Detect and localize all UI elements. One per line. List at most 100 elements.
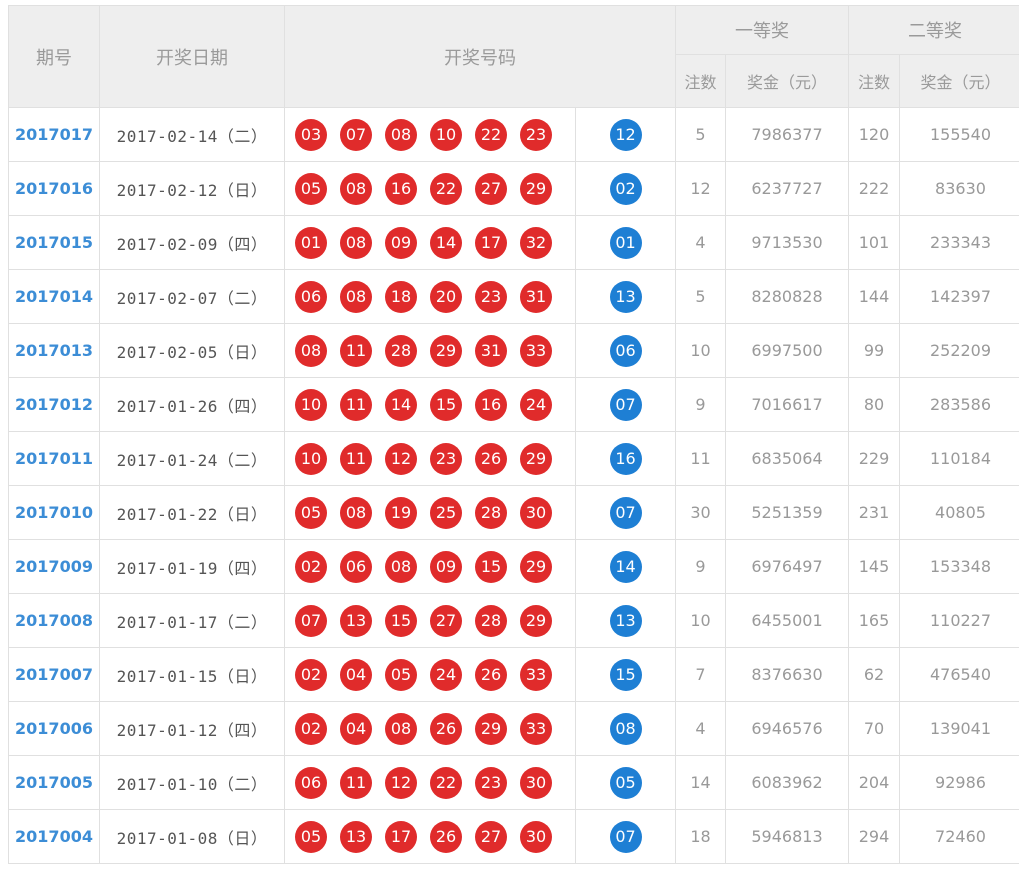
red-ball: 15 <box>430 388 462 421</box>
second-prize-amount: 155540 <box>899 107 1019 162</box>
red-ball: 22 <box>430 766 462 799</box>
first-prize-amount: 6835064 <box>725 431 849 486</box>
red-ball: 32 <box>520 226 552 259</box>
second-prize-count: 294 <box>848 809 900 864</box>
header-winning-numbers: 开奖号码 <box>284 5 676 108</box>
table-row: 2017008 2017-01-17（二） 07 13 15 27 28 29 13 10 6455… <box>8 593 1019 648</box>
blue-ball-cell: 07 <box>575 485 676 540</box>
red-ball: 28 <box>475 604 507 637</box>
header-first-prize-count: 注数 <box>675 54 726 108</box>
red-ball: 28 <box>475 496 507 529</box>
blue-ball: 06 <box>609 334 642 367</box>
blue-ball: 14 <box>609 550 642 583</box>
issue-number-link[interactable]: 2017007 <box>8 647 100 702</box>
second-prize-count: 120 <box>848 107 900 162</box>
red-balls: 02 04 05 24 26 33 <box>284 647 576 702</box>
red-ball: 08 <box>295 334 327 367</box>
red-ball: 05 <box>295 496 327 529</box>
blue-ball: 07 <box>609 496 642 529</box>
second-prize-amount: 92986 <box>899 755 1019 810</box>
blue-ball-cell: 07 <box>575 809 676 864</box>
red-balls: 07 13 15 27 28 29 <box>284 593 576 648</box>
blue-ball-cell: 02 <box>575 161 676 216</box>
header-second-prize-amount: 奖金（元） <box>899 54 1019 108</box>
second-prize-amount: 142397 <box>899 269 1019 324</box>
blue-ball-cell: 16 <box>575 431 676 486</box>
red-ball: 15 <box>475 550 507 583</box>
blue-ball: 08 <box>609 712 642 745</box>
red-ball: 27 <box>475 820 507 853</box>
red-ball: 04 <box>340 712 372 745</box>
issue-number-link[interactable]: 2017013 <box>8 323 100 378</box>
table-row: 2017009 2017-01-19（四） 02 06 08 09 15 29 14 9 69764… <box>8 539 1019 594</box>
red-ball: 23 <box>430 442 462 475</box>
red-ball: 24 <box>520 388 552 421</box>
red-ball: 23 <box>475 766 507 799</box>
red-balls: 08 11 28 29 31 33 <box>284 323 576 378</box>
table-row: 2017013 2017-02-05（日） 08 11 28 29 31 33 06 10 6997… <box>8 323 1019 378</box>
second-prize-amount: 72460 <box>899 809 1019 864</box>
red-ball: 20 <box>430 280 462 313</box>
red-ball: 10 <box>430 118 462 151</box>
blue-ball-cell: 12 <box>575 107 676 162</box>
red-ball: 28 <box>385 334 417 367</box>
issue-number-link[interactable]: 2017008 <box>8 593 100 648</box>
first-prize-amount: 6237727 <box>725 161 849 216</box>
first-prize-count: 12 <box>675 161 726 216</box>
red-balls: 06 08 18 20 23 31 <box>284 269 576 324</box>
issue-number-link[interactable]: 2017011 <box>8 431 100 486</box>
red-ball: 06 <box>340 550 372 583</box>
red-ball: 30 <box>520 820 552 853</box>
first-prize-count: 4 <box>675 215 726 270</box>
red-ball: 31 <box>475 334 507 367</box>
red-ball: 29 <box>520 604 552 637</box>
red-ball: 11 <box>340 766 372 799</box>
red-ball: 13 <box>340 604 372 637</box>
red-ball: 29 <box>520 550 552 583</box>
red-ball: 26 <box>430 712 462 745</box>
table-row: 2017012 2017-01-26（四） 10 11 14 15 16 24 07 9 70166… <box>8 377 1019 432</box>
red-ball: 09 <box>430 550 462 583</box>
red-ball: 26 <box>475 442 507 475</box>
red-ball: 27 <box>475 172 507 205</box>
table-row: 2017006 2017-01-12（四） 02 04 08 26 29 33 08 4 69465… <box>8 701 1019 756</box>
blue-ball: 12 <box>609 118 642 151</box>
red-ball: 12 <box>385 766 417 799</box>
first-prize-count: 10 <box>675 593 726 648</box>
header-second-prize-count: 注数 <box>848 54 900 108</box>
red-ball: 22 <box>475 118 507 151</box>
first-prize-count: 9 <box>675 539 726 594</box>
red-ball: 23 <box>520 118 552 151</box>
issue-number-link[interactable]: 2017006 <box>8 701 100 756</box>
second-prize-amount: 110184 <box>899 431 1019 486</box>
issue-number-link[interactable]: 2017005 <box>8 755 100 810</box>
blue-ball-cell: 13 <box>575 269 676 324</box>
header-issue: 期号 <box>8 5 100 108</box>
red-ball: 29 <box>520 172 552 205</box>
red-ball: 27 <box>430 604 462 637</box>
red-ball: 08 <box>385 118 417 151</box>
red-ball: 16 <box>475 388 507 421</box>
issue-number-link[interactable]: 2017017 <box>8 107 100 162</box>
red-ball: 22 <box>430 172 462 205</box>
issue-number-link[interactable]: 2017015 <box>8 215 100 270</box>
issue-number-link[interactable]: 2017016 <box>8 161 100 216</box>
red-ball: 10 <box>295 388 327 421</box>
first-prize-amount: 6083962 <box>725 755 849 810</box>
first-prize-amount: 5251359 <box>725 485 849 540</box>
issue-number-link[interactable]: 2017004 <box>8 809 100 864</box>
issue-number-link[interactable]: 2017014 <box>8 269 100 324</box>
red-ball: 08 <box>385 712 417 745</box>
first-prize-amount: 6455001 <box>725 593 849 648</box>
second-prize-amount: 110227 <box>899 593 1019 648</box>
red-balls: 02 04 08 26 29 33 <box>284 701 576 756</box>
red-ball: 14 <box>430 226 462 259</box>
issue-number-link[interactable]: 2017012 <box>8 377 100 432</box>
second-prize-count: 62 <box>848 647 900 702</box>
second-prize-count: 231 <box>848 485 900 540</box>
red-ball: 25 <box>430 496 462 529</box>
issue-number-link[interactable]: 2017009 <box>8 539 100 594</box>
second-prize-amount: 153348 <box>899 539 1019 594</box>
issue-number-link[interactable]: 2017010 <box>8 485 100 540</box>
first-prize-count: 30 <box>675 485 726 540</box>
